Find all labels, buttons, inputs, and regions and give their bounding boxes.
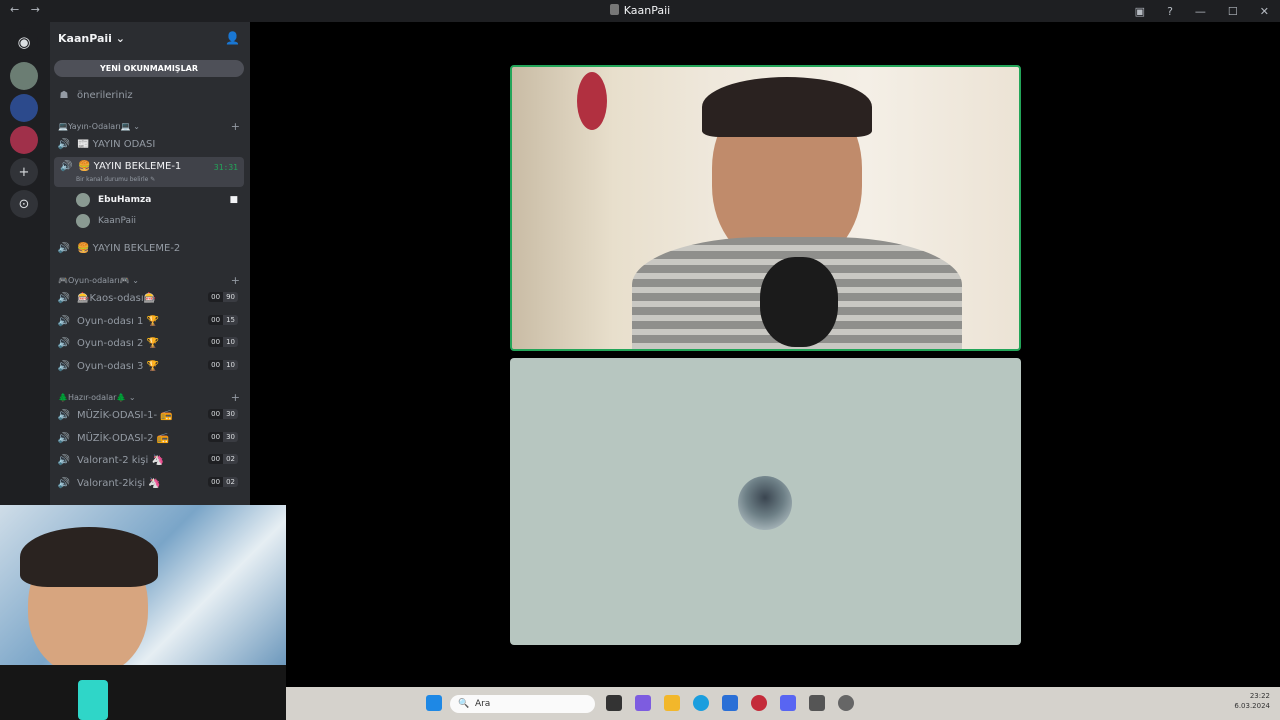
user-count-badge: 00 90 (208, 292, 238, 302)
voice-user-ebuhamza[interactable]: EbuHamza ■ (76, 190, 244, 210)
channel-muzik-odasi-1[interactable]: 🔊 MÜZİK-ODASI-1- 📻 00 30 (54, 405, 244, 425)
speaker-icon: 🔊 (57, 315, 71, 327)
user-count-badge: 00 30 (208, 432, 238, 442)
channel-oyun-odasi-2[interactable]: 🔊 Oyun-odası 2 🏆 00 10 (54, 333, 244, 353)
add-channel-icon[interactable]: + (231, 274, 240, 287)
discord-home-icon[interactable]: ◉ (10, 28, 38, 56)
opera-icon[interactable] (751, 695, 767, 711)
channel-yayin-bekleme-1[interactable]: 🔊 🍔 YAYIN BEKLEME-1 31:31 Bir kanal duru… (54, 157, 244, 187)
speaker-icon: 🔊 (57, 477, 71, 489)
add-server-icon[interactable]: + (10, 158, 38, 186)
category-hazir[interactable]: 🌲Hazır-odalar🌲 ⌄ + (58, 390, 244, 404)
server-header[interactable]: KaanPaii ⌄ 👤 (50, 22, 250, 54)
app-icon[interactable] (809, 695, 825, 711)
camera-icon: ■ (229, 195, 238, 205)
channel-oyun-odasi-3[interactable]: 🔊 Oyun-odası 3 🏆 00 10 (54, 356, 244, 376)
speaker-icon: 🔊 (57, 337, 71, 349)
new-unreads-banner[interactable]: YENİ OKUNMAMIŞLAR (54, 60, 244, 77)
streamer-shirt (0, 665, 286, 720)
speaker-icon: 🔊 (57, 409, 71, 421)
inbox-icon[interactable]: ▣ (1135, 5, 1145, 18)
voice-user-kaanpaii[interactable]: KaanPaii (76, 211, 244, 231)
people-icon: ☗ (59, 89, 69, 101)
file-explorer-icon[interactable] (664, 695, 680, 711)
task-view-icon[interactable] (606, 695, 622, 711)
minimize-button[interactable]: — (1195, 5, 1206, 18)
microphone (760, 257, 838, 347)
suggestions-item[interactable]: ☗ önerileriniz (54, 85, 244, 105)
avatar (738, 476, 792, 530)
headphones (702, 77, 872, 137)
channel-kaos-odasi[interactable]: 🔊 🎰Kaos-odası🎰 00 90 (54, 288, 244, 308)
server-icon-2[interactable] (10, 94, 38, 122)
copilot-icon[interactable] (635, 695, 651, 711)
window-title: KaanPaii (0, 4, 1280, 17)
obs-icon[interactable] (838, 695, 854, 711)
channel-yayin-bekleme-2[interactable]: 🔊 🍔 YAYIN BEKLEME-2 (54, 238, 244, 258)
add-channel-icon[interactable]: + (231, 120, 240, 133)
streamer-hair (20, 527, 158, 587)
avatar (76, 214, 90, 228)
user-count-badge: 00 02 (208, 454, 238, 464)
category-oyun[interactable]: 🎮Oyun-odaları🎮 ⌄ + (58, 273, 244, 287)
speaker-icon: 🔊 (57, 360, 71, 372)
maximize-button[interactable]: ☐ (1228, 5, 1238, 18)
search-icon: 🔍 (458, 699, 470, 709)
window-controls: ▣ ? — ☐ ✕ (1124, 0, 1280, 22)
chevron-down-icon: ⌄ (128, 392, 136, 402)
discord-taskbar-icon[interactable] (780, 695, 796, 711)
channel-muzik-odasi-2[interactable]: 🔊 MÜZİK-ODASI-2 📻 00 30 (54, 428, 244, 448)
video-tile-kaanpaii[interactable] (510, 358, 1021, 645)
wall-decoration (577, 72, 607, 130)
close-button[interactable]: ✕ (1260, 5, 1269, 18)
server-icon-3[interactable] (10, 126, 38, 154)
system-clock[interactable]: 23:22 6.03.2024 (1234, 691, 1270, 711)
app-icon (609, 4, 619, 15)
speaker-icon: 🔊 (57, 292, 71, 304)
user-count-badge: 00 30 (208, 409, 238, 419)
add-member-icon[interactable]: 👤 (225, 31, 240, 45)
add-channel-icon[interactable]: + (231, 391, 240, 404)
channel-status[interactable]: Bir kanal durumu belirle ✎ (76, 176, 155, 183)
taskbar-search[interactable]: 🔍 Ara (450, 695, 595, 713)
edge-icon[interactable] (693, 695, 709, 711)
speaker-icon: 🔊 (57, 454, 71, 466)
channel-valorant-2-kisi[interactable]: 🔊 Valorant-2 kişi 🦄 00 02 (54, 450, 244, 470)
channel-yayin-odasi[interactable]: 🔊 📰 YAYIN ODASI (54, 134, 244, 154)
speaker-icon: 🔊 (57, 138, 71, 150)
server-icon-kaanpaii[interactable] (10, 62, 38, 90)
video-tile-ebuhamza[interactable] (510, 65, 1021, 351)
speaker-icon: 🔊 (60, 161, 73, 172)
windows-start-icon[interactable] (426, 695, 442, 711)
avatar (76, 193, 90, 207)
user-count-badge: 00 15 (208, 315, 238, 325)
webcam-overlay (0, 505, 286, 720)
chevron-down-icon: ⌄ (132, 275, 139, 285)
channel-oyun-odasi-1[interactable]: 🔊 Oyun-odası 1 🏆 00 15 (54, 311, 244, 331)
taskbar: 🔍 Ara 23:22 6.03.2024 (286, 687, 1280, 720)
speaker-icon: 🔊 (57, 242, 71, 254)
user-count-badge: 00 02 (208, 477, 238, 487)
user-count-badge: 00 10 (208, 337, 238, 347)
user-count-badge: 00 10 (208, 360, 238, 370)
speaker-icon: 🔊 (57, 432, 71, 444)
explore-icon[interactable]: ⊙ (10, 190, 38, 218)
channel-valorant-2kisi[interactable]: 🔊 Valorant-2kişi 🦄 00 02 (54, 473, 244, 493)
microphone (78, 680, 108, 720)
chevron-down-icon: ⌄ (115, 31, 125, 45)
call-duration: 31:31 (213, 163, 238, 172)
category-yayin[interactable]: 💻Yayın-Odaları💻 ⌄ + (58, 119, 244, 133)
chevron-down-icon: ⌄ (133, 121, 140, 131)
store-icon[interactable] (722, 695, 738, 711)
title-bar: ← → KaanPaii ▣ ? — ☐ ✕ (0, 0, 1280, 22)
help-button[interactable]: ? (1167, 5, 1173, 18)
